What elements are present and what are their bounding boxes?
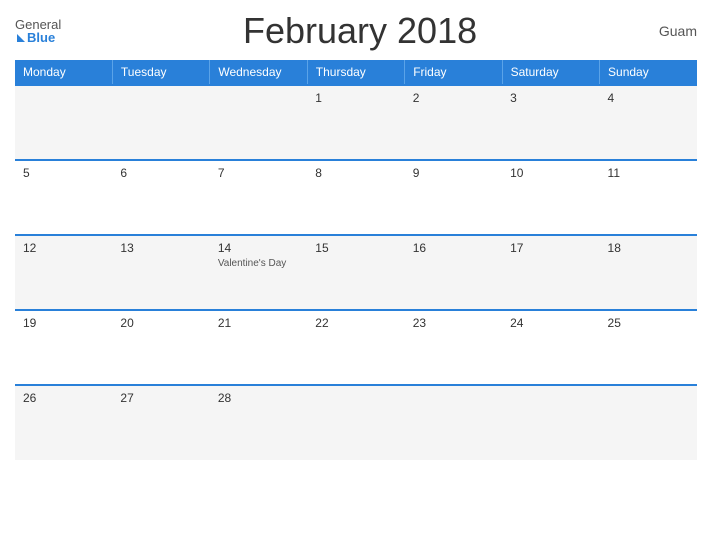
- day-number: 8: [315, 166, 396, 180]
- table-row: 9: [405, 160, 502, 235]
- day-number: 20: [120, 316, 201, 330]
- table-row: 1: [307, 85, 404, 160]
- logo: General Blue: [15, 18, 61, 44]
- calendar-week-5: 26 27 28: [15, 385, 697, 460]
- calendar-week-4: 19 20 21 22 23 24 25: [15, 310, 697, 385]
- table-row: 25: [600, 310, 697, 385]
- table-row: [112, 85, 209, 160]
- day-number: 16: [413, 241, 494, 255]
- calendar-table: Monday Tuesday Wednesday Thursday Friday…: [15, 60, 697, 460]
- day-number: 6: [120, 166, 201, 180]
- day-number: 23: [413, 316, 494, 330]
- day-number: 10: [510, 166, 591, 180]
- logo-triangle-icon: [17, 34, 25, 42]
- table-row: 27: [112, 385, 209, 460]
- day-number: 14: [218, 241, 299, 255]
- day-number: 7: [218, 166, 299, 180]
- table-row: 13: [112, 235, 209, 310]
- table-row: 4: [600, 85, 697, 160]
- table-row: 23: [405, 310, 502, 385]
- calendar-week-2: 5 6 7 8 9 10 11: [15, 160, 697, 235]
- day-event: Valentine's Day: [218, 258, 286, 269]
- calendar-week-1: 1 2 3 4: [15, 85, 697, 160]
- table-row: 21: [210, 310, 307, 385]
- table-row: 22: [307, 310, 404, 385]
- day-number: 17: [510, 241, 591, 255]
- table-row: 10: [502, 160, 599, 235]
- day-number: 13: [120, 241, 201, 255]
- day-number: 2: [413, 91, 494, 105]
- table-row: [307, 385, 404, 460]
- table-row: 2: [405, 85, 502, 160]
- page-title: February 2018: [243, 10, 477, 52]
- day-number: 22: [315, 316, 396, 330]
- col-wednesday: Wednesday: [210, 60, 307, 85]
- table-row: 20: [112, 310, 209, 385]
- table-row: 12: [15, 235, 112, 310]
- table-row: 26: [15, 385, 112, 460]
- table-row: 17: [502, 235, 599, 310]
- table-row: [502, 385, 599, 460]
- calendar-week-3: 12 13 14 Valentine's Day 15 16 17 18: [15, 235, 697, 310]
- day-number: 1: [315, 91, 396, 105]
- calendar-header: General Blue February 2018 Guam: [15, 10, 697, 52]
- table-row: [15, 85, 112, 160]
- table-row: 19: [15, 310, 112, 385]
- day-number: 25: [608, 316, 689, 330]
- table-row: 3: [502, 85, 599, 160]
- table-row: 24: [502, 310, 599, 385]
- day-number: 28: [218, 391, 299, 405]
- logo-blue-text: Blue: [27, 31, 55, 44]
- col-sunday: Sunday: [600, 60, 697, 85]
- calendar-header-row: Monday Tuesday Wednesday Thursday Friday…: [15, 60, 697, 85]
- table-row: [405, 385, 502, 460]
- table-row: 28: [210, 385, 307, 460]
- table-row: 15: [307, 235, 404, 310]
- day-number: 11: [608, 166, 689, 180]
- table-row: [210, 85, 307, 160]
- day-number: 3: [510, 91, 591, 105]
- col-friday: Friday: [405, 60, 502, 85]
- col-saturday: Saturday: [502, 60, 599, 85]
- country-label: Guam: [659, 23, 697, 39]
- table-row: 18: [600, 235, 697, 310]
- table-row: 11: [600, 160, 697, 235]
- day-number: 18: [608, 241, 689, 255]
- col-monday: Monday: [15, 60, 112, 85]
- day-number: 15: [315, 241, 396, 255]
- table-row: 5: [15, 160, 112, 235]
- day-number: 21: [218, 316, 299, 330]
- col-tuesday: Tuesday: [112, 60, 209, 85]
- day-number: 26: [23, 391, 104, 405]
- table-row: 7: [210, 160, 307, 235]
- day-number: 5: [23, 166, 104, 180]
- day-number: 9: [413, 166, 494, 180]
- col-thursday: Thursday: [307, 60, 404, 85]
- table-row: 6: [112, 160, 209, 235]
- table-row: [600, 385, 697, 460]
- day-number: 4: [608, 91, 689, 105]
- day-number: 27: [120, 391, 201, 405]
- calendar-page: General Blue February 2018 Guam Monday T…: [0, 0, 712, 550]
- table-row: 8: [307, 160, 404, 235]
- day-number: 19: [23, 316, 104, 330]
- table-row: 16: [405, 235, 502, 310]
- day-number: 24: [510, 316, 591, 330]
- table-row: 14 Valentine's Day: [210, 235, 307, 310]
- day-number: 12: [23, 241, 104, 255]
